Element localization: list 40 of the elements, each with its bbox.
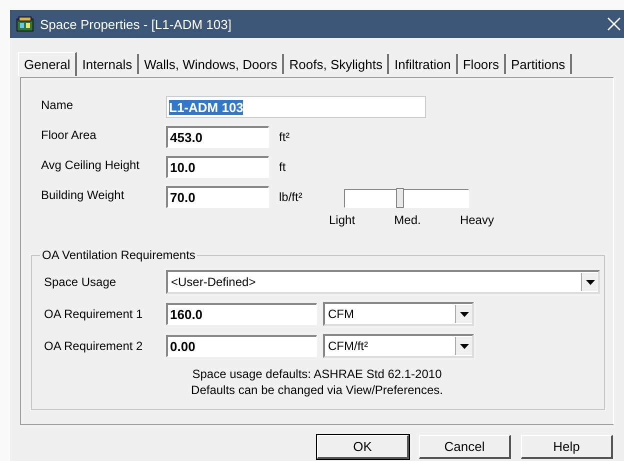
tab[interactable]: Partitions (506, 54, 572, 74)
slider-thumb[interactable] (396, 188, 404, 208)
input-field[interactable]: 10.0 (166, 156, 269, 178)
field-label: OA Requirement 2 (44, 339, 144, 353)
weight-slider[interactable] (344, 189, 469, 208)
tab[interactable]: Roofs, Skylights (284, 54, 390, 74)
input-field[interactable]: 160.0 (166, 303, 317, 325)
input-field[interactable]: 0.00 (166, 335, 317, 357)
dropdown[interactable]: CFM (323, 302, 474, 326)
dialog-button[interactable]: Help (521, 435, 613, 459)
field-label: Name (41, 97, 74, 112)
dropdown[interactable]: <User-Defined> (166, 270, 600, 294)
dropdown[interactable]: CFM/ft² (323, 334, 474, 358)
field-label: Avg Ceiling Height (41, 157, 141, 172)
tab[interactable]: Floors (458, 54, 506, 74)
tab[interactable]: Walls, Windows, Doors (139, 54, 284, 74)
input-field[interactable]: 453.0 (166, 126, 269, 148)
slider-label: Med. (394, 213, 421, 227)
slider-label: Light (329, 213, 356, 227)
info-text: Defaults can be changed via View/Preferences. (191, 382, 443, 398)
close-icon[interactable] (607, 17, 621, 31)
unit-label: ft² (278, 129, 291, 144)
tab[interactable]: Infiltration (389, 54, 458, 74)
dialog-button[interactable]: Cancel (419, 435, 511, 459)
input-field[interactable]: 70.0 (166, 186, 269, 208)
slider-label: Heavy (460, 213, 494, 227)
tab[interactable]: General (18, 52, 78, 76)
input-field[interactable]: L1-ADM 103 (166, 96, 426, 118)
group-title: OA Ventilation Requirements (40, 248, 198, 262)
unit-label: lb/ft² (278, 189, 304, 204)
info-text: Space usage defaults: ASHRAE Std 62.1-2010 (192, 366, 442, 382)
tab[interactable]: Internals (77, 54, 140, 74)
field-label: Building Weight (41, 187, 126, 202)
unit-label: ft (278, 159, 287, 174)
dialog-button[interactable]: OK (317, 435, 409, 459)
app-icon (16, 16, 34, 32)
field-label: OA Requirement 1 (44, 307, 144, 321)
window-title: Space Properties - [L1-ADM 103] (40, 16, 232, 32)
field-label: Space Usage (44, 275, 118, 289)
field-label: Floor Area (41, 127, 98, 142)
